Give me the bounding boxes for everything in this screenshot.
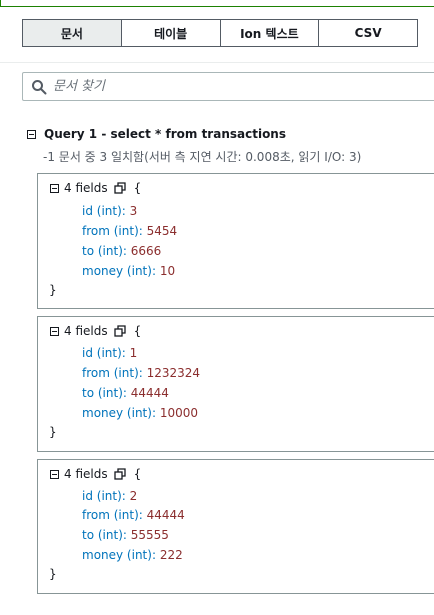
collapse-document-icon[interactable] <box>50 183 59 193</box>
field-key: id (int): <box>82 204 126 218</box>
collapse-document-icon[interactable] <box>50 469 59 479</box>
document-card: 4 fields { id (int): 3 from (int): 5454 … <box>37 173 434 309</box>
field-key: to (int): <box>82 244 127 258</box>
field-value: 5454 <box>146 224 178 238</box>
document-card: 4 fields { id (int): 2 from (int): 44444… <box>37 459 434 594</box>
document-card: 4 fields { id (int): 1 from (int): 12323… <box>37 316 434 452</box>
fields-count: 4 fields <box>64 181 108 195</box>
field-value: 1232324 <box>146 366 201 380</box>
field-key: to (int): <box>82 386 127 400</box>
field-key: money (int): <box>82 548 156 562</box>
field-value: 2 <box>129 489 138 503</box>
tab-documents[interactable]: 문서 <box>23 20 122 46</box>
field-value: 1 <box>129 346 138 360</box>
field-value: 55555 <box>130 528 169 542</box>
collapse-query-icon[interactable] <box>27 129 36 139</box>
success-banner-edge <box>0 0 434 7</box>
brace-open: { <box>133 467 142 481</box>
field-key: from (int): <box>82 508 143 522</box>
search-input[interactable] <box>53 79 413 94</box>
field-value: 6666 <box>130 244 162 258</box>
tab-csv[interactable]: CSV <box>319 20 417 46</box>
field-row: money (int): 10 <box>82 264 175 278</box>
field-row: from (int): 44444 <box>82 508 185 522</box>
field-key: money (int): <box>82 264 156 278</box>
brace-close: } <box>49 283 57 297</box>
copy-icon[interactable] <box>113 468 126 480</box>
field-key: money (int): <box>82 406 156 420</box>
field-value: 222 <box>159 548 183 562</box>
field-key: id (int): <box>82 346 126 360</box>
field-value: 3 <box>129 204 138 218</box>
search-icon <box>32 79 47 94</box>
field-row: from (int): 1232324 <box>82 366 200 380</box>
field-value: 10000 <box>159 406 199 420</box>
field-value: 44444 <box>146 508 185 522</box>
copy-icon[interactable] <box>113 325 126 337</box>
field-key: id (int): <box>82 489 126 503</box>
field-value: 44444 <box>130 386 169 400</box>
field-key: to (int): <box>82 528 127 542</box>
copy-icon[interactable] <box>113 182 126 194</box>
field-key: from (int): <box>82 366 143 380</box>
brace-open: { <box>133 181 142 195</box>
field-row: from (int): 5454 <box>82 224 177 238</box>
divider <box>0 62 434 63</box>
field-row: id (int): 1 <box>82 346 137 360</box>
brace-close: } <box>49 425 57 439</box>
field-value: 10 <box>159 264 176 278</box>
document-header: 4 fields { <box>50 181 141 195</box>
query-meta: -1 문서 중 3 일치함(서버 측 지연 시간: 0.008초, 읽기 I/O… <box>43 150 362 164</box>
field-row: money (int): 222 <box>82 548 183 562</box>
field-row: id (int): 2 <box>82 489 137 503</box>
brace-open: { <box>133 324 142 338</box>
field-row: id (int): 3 <box>82 204 137 218</box>
search-box <box>22 72 434 101</box>
collapse-document-icon[interactable] <box>50 326 59 336</box>
document-header: 4 fields { <box>50 324 141 338</box>
tab-ion-text[interactable]: Ion 텍스트 <box>220 20 320 46</box>
field-row: to (int): 55555 <box>82 528 169 542</box>
query-header: Query 1 - select * from transactions <box>27 127 286 141</box>
field-row: to (int): 44444 <box>82 386 169 400</box>
view-tabs: 문서 테이블 Ion 텍스트 CSV <box>22 19 418 47</box>
query-title: Query 1 - select * from transactions <box>44 127 286 141</box>
field-row: to (int): 6666 <box>82 244 161 258</box>
fields-count: 4 fields <box>64 467 108 481</box>
field-row: money (int): 10000 <box>82 406 198 420</box>
tab-table[interactable]: 테이블 <box>121 20 221 46</box>
document-header: 4 fields { <box>50 467 141 481</box>
brace-close: } <box>49 567 57 581</box>
fields-count: 4 fields <box>64 324 108 338</box>
field-key: from (int): <box>82 224 143 238</box>
